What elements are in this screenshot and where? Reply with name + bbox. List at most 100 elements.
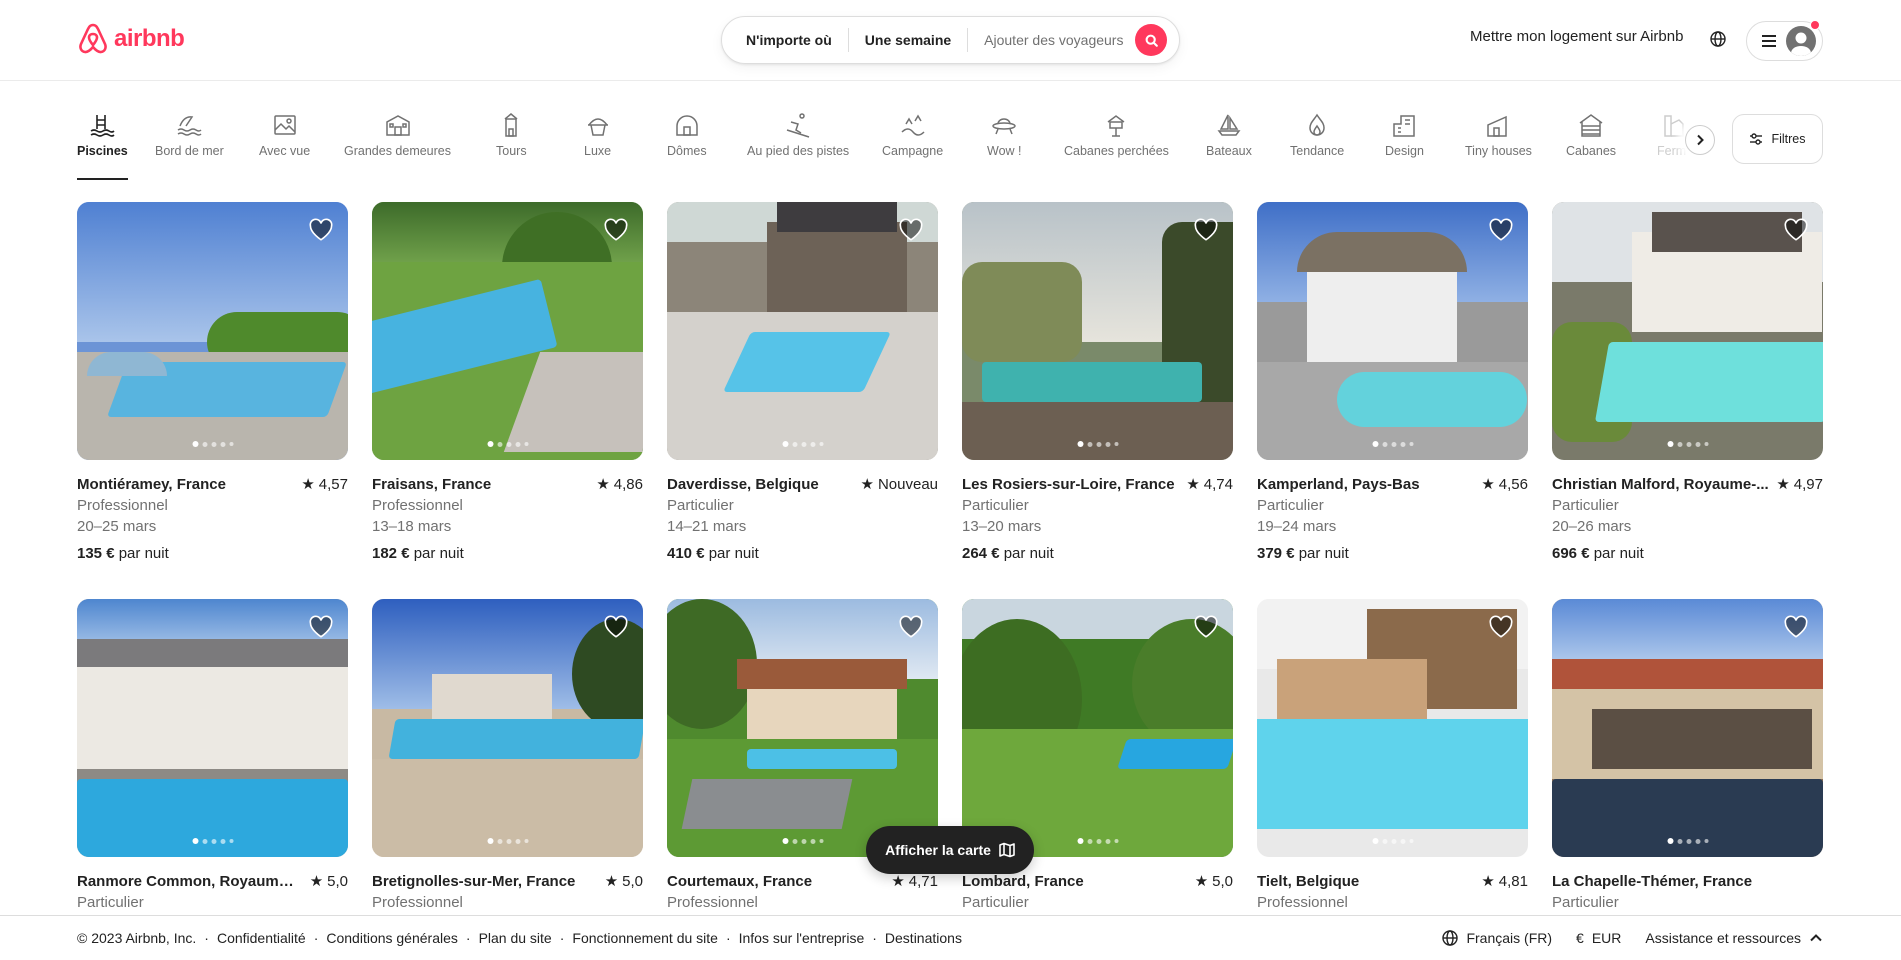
category-towers[interactable]: Tours <box>496 108 527 180</box>
listing-photo[interactable] <box>1257 599 1528 857</box>
chevron-up-icon <box>1810 934 1822 942</box>
listing-photo[interactable] <box>1552 599 1823 857</box>
category-ski[interactable]: Au pied des pistes <box>747 108 849 180</box>
category-design[interactable]: Design <box>1385 108 1424 180</box>
listing-rating: ★ 4,57 <box>301 476 348 493</box>
listing-host-type: Professionnel <box>372 894 463 911</box>
heart-icon[interactable] <box>308 614 334 640</box>
listing-rating: ★ 4,81 <box>1481 873 1528 890</box>
category-luxe[interactable]: Luxe <box>584 108 611 180</box>
listing-card[interactable]: Ranmore Common, Royaume-... ★ 5,0 Particu… <box>77 599 348 913</box>
footer-link-privacy[interactable]: Confidentialité <box>217 930 306 946</box>
star-icon: ★ <box>1776 476 1790 493</box>
search-button[interactable] <box>1135 24 1168 56</box>
heart-icon[interactable] <box>1783 217 1809 243</box>
heart-icon[interactable] <box>898 614 924 640</box>
show-map-button[interactable]: Afficher la carte <box>866 826 1034 874</box>
heart-icon[interactable] <box>1488 217 1514 243</box>
heart-icon[interactable] <box>603 217 629 243</box>
footer-link-company[interactable]: Infos sur l'entreprise <box>739 930 865 946</box>
filters-button[interactable]: Filtres <box>1732 114 1823 164</box>
category-mansions[interactable]: Grandes demeures <box>344 108 451 180</box>
footer-links: © 2023 Airbnb, Inc. · Confidentialité · … <box>77 930 962 946</box>
category-domes[interactable]: Dômes <box>667 108 707 180</box>
listing-card[interactable]: Kamperland, Pays-Bas ★ 4,56 Particulier 1… <box>1257 202 1528 564</box>
listing-card[interactable]: Daverdisse, Belgique ★ Nouveau Particulie… <box>667 202 938 564</box>
listing-location: Daverdisse, Belgique <box>667 476 819 493</box>
star-icon: ★ <box>1481 476 1495 493</box>
star-icon: ★ <box>301 476 315 493</box>
listing-dates: 13–18 mars <box>372 518 452 535</box>
listing-card[interactable]: Les Rosiers-sur-Loire, France ★ 4,74 Part… <box>962 202 1233 564</box>
category-beach[interactable]: Bord de mer <box>155 108 224 180</box>
heart-icon[interactable] <box>1193 217 1219 243</box>
listing-location: Ranmore Common, Royaume-... <box>77 873 297 890</box>
listing-dates: 14–21 mars <box>667 518 747 535</box>
footer-currency-button[interactable]: € EUR <box>1576 930 1621 946</box>
filters-label: Filtres <box>1771 132 1806 146</box>
star-icon: ★ <box>596 476 610 493</box>
listing-photo[interactable] <box>372 202 643 460</box>
footer-link-how-it-works[interactable]: Fonctionnement du site <box>572 930 718 946</box>
heart-icon[interactable] <box>308 217 334 243</box>
heart-icon[interactable] <box>603 614 629 640</box>
footer-link-destinations[interactable]: Destinations <box>885 930 962 946</box>
category-next-button[interactable] <box>1685 125 1715 155</box>
heart-icon[interactable] <box>1193 614 1219 640</box>
category-wow[interactable]: Wow ! <box>987 108 1022 180</box>
listing-card[interactable]: Bretignolles-sur-Mer, France ★ 5,0 Profes… <box>372 599 643 913</box>
heart-icon[interactable] <box>898 217 924 243</box>
footer-language-button[interactable]: Français (FR) <box>1442 930 1552 946</box>
category-trending[interactable]: Tendance <box>1290 108 1344 180</box>
listing-photo[interactable] <box>77 599 348 857</box>
category-pools[interactable]: Piscines <box>77 108 128 180</box>
heart-icon[interactable] <box>1783 614 1809 640</box>
ufo-icon <box>992 118 1016 135</box>
luxe-icon <box>587 118 608 136</box>
listing-photo[interactable] <box>1257 202 1528 460</box>
listing-price: 696 € par nuit <box>1552 545 1644 562</box>
category-label: Cabanes <box>1566 144 1617 158</box>
listing-photo[interactable] <box>667 599 938 857</box>
category-bar: Piscines Bord de mer Avec vue Grandes de… <box>77 108 1697 180</box>
search-where[interactable]: N'importe où <box>746 28 849 52</box>
carousel-dots <box>487 441 528 447</box>
category-cabins[interactable]: Cabanes <box>1566 108 1616 180</box>
listing-photo[interactable] <box>77 202 348 460</box>
category-boats[interactable]: Bateaux <box>1206 108 1252 180</box>
listing-photo[interactable] <box>667 202 938 460</box>
footer-link-sitemap[interactable]: Plan du site <box>479 930 552 946</box>
footer-support-button[interactable]: Assistance et ressources <box>1645 930 1823 946</box>
category-label: Tiny houses <box>1465 144 1532 158</box>
search-who[interactable]: Ajouter des voyageurs <box>968 28 1131 52</box>
become-host-link[interactable]: Mettre mon logement sur Airbnb <box>1470 28 1683 45</box>
category-countryside[interactable]: Campagne <box>882 108 943 180</box>
footer-link-terms[interactable]: Conditions générales <box>326 930 458 946</box>
listing-photo[interactable] <box>1552 202 1823 460</box>
listing-photo[interactable] <box>962 599 1233 857</box>
listing-rating: ★ 4,86 <box>596 476 643 493</box>
dome-icon <box>676 115 698 136</box>
listing-photo[interactable] <box>962 202 1233 460</box>
listing-card[interactable]: La Chapelle-Thémer, France Particulier <box>1552 599 1823 913</box>
category-tiny-houses[interactable]: Tiny houses <box>1465 108 1532 180</box>
listing-card[interactable]: Fraisans, France ★ 4,86 Professionnel 13–… <box>372 202 643 564</box>
heart-icon[interactable] <box>1488 614 1514 640</box>
category-view[interactable]: Avec vue <box>259 108 310 180</box>
listing-photo[interactable] <box>372 599 643 857</box>
listing-card[interactable]: Tielt, Belgique ★ 4,81 Professionnel <box>1257 599 1528 913</box>
listing-card[interactable]: Christian Malford, Royaume-... ★ 4,97 Par… <box>1552 202 1823 564</box>
filters-icon <box>1750 133 1763 145</box>
category-treehouses[interactable]: Cabanes perchées <box>1064 108 1169 180</box>
listing-host-type: Particulier <box>962 497 1029 514</box>
star-icon: ★ <box>1194 873 1209 890</box>
category-farms[interactable]: Ferm <box>1657 108 1686 180</box>
search-bar[interactable]: N'importe où Une semaine Ajouter des voy… <box>721 16 1180 64</box>
airbnb-logo[interactable]: airbnb <box>77 22 185 56</box>
listing-location: Tielt, Belgique <box>1257 873 1360 890</box>
language-button[interactable] <box>1706 27 1730 51</box>
category-label: Au pied des pistes <box>747 144 850 158</box>
search-when[interactable]: Une semaine <box>849 28 969 52</box>
listing-card[interactable]: Montiéramey, France ★ 4,57 Professionnel … <box>77 202 348 564</box>
category-label: Tendance <box>1290 144 1345 158</box>
